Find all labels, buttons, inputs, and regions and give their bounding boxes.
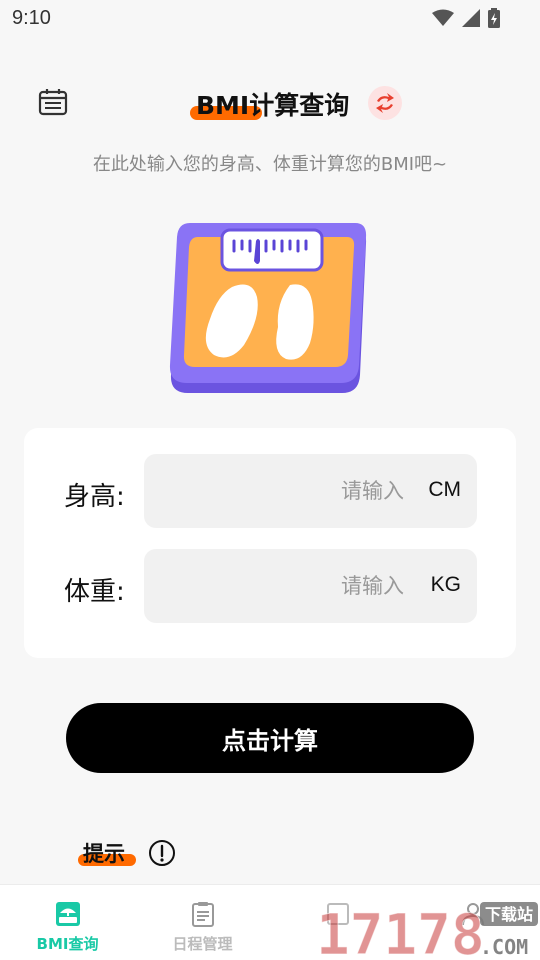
refresh-icon — [376, 93, 394, 113]
page-title: BMI计算查询 — [196, 91, 350, 120]
battery-icon — [488, 8, 500, 28]
nav-label-bmi: BMI查询 — [36, 935, 99, 953]
weight-input-box[interactable]: KG — [144, 549, 477, 623]
weight-input[interactable] — [144, 549, 404, 623]
status-bar: 9:10 — [0, 0, 540, 36]
watermark-number: 17178 — [316, 903, 485, 960]
height-input-box[interactable]: CM — [144, 454, 477, 528]
page-subtitle: 在此处输入您的身高、体重计算您的BMI吧~ — [92, 154, 448, 175]
watermark-tag: 下载站 — [485, 905, 533, 924]
checklist-icon — [192, 902, 214, 927]
watermark-suffix: .COM — [480, 935, 528, 959]
calendar-button[interactable] — [38, 88, 70, 118]
refresh-button[interactable] — [368, 86, 402, 120]
wifi-icon — [432, 9, 454, 26]
tips-heading: 提示 — [78, 838, 138, 870]
page-title-wrap: BMI计算查询 — [190, 84, 360, 124]
nav-item-bmi[interactable]: BMI查询 — [0, 885, 135, 960]
signal-icon — [462, 9, 480, 27]
status-time: 9:10 — [12, 7, 51, 29]
weight-label: 体重: — [64, 577, 125, 607]
height-unit: CM — [428, 478, 461, 501]
bmi-icon — [56, 902, 80, 926]
site-watermark: 17178 .COM 下载站 — [316, 902, 538, 960]
tips-label: 提示 — [83, 842, 125, 866]
nav-label-schedule: 日程管理 — [172, 935, 233, 953]
info-icon[interactable] — [148, 839, 176, 867]
calendar-icon — [38, 89, 68, 116]
height-input[interactable] — [144, 454, 404, 528]
status-icons — [432, 8, 500, 28]
nav-item-schedule[interactable]: 日程管理 — [135, 885, 270, 960]
calculate-button[interactable]: 点击计算 — [66, 703, 474, 773]
weight-unit: KG — [430, 573, 461, 596]
scale-illustration — [169, 223, 367, 393]
bmi-form-card: 身高: CM 体重: KG — [24, 428, 516, 658]
height-label: 身高: — [64, 482, 125, 512]
